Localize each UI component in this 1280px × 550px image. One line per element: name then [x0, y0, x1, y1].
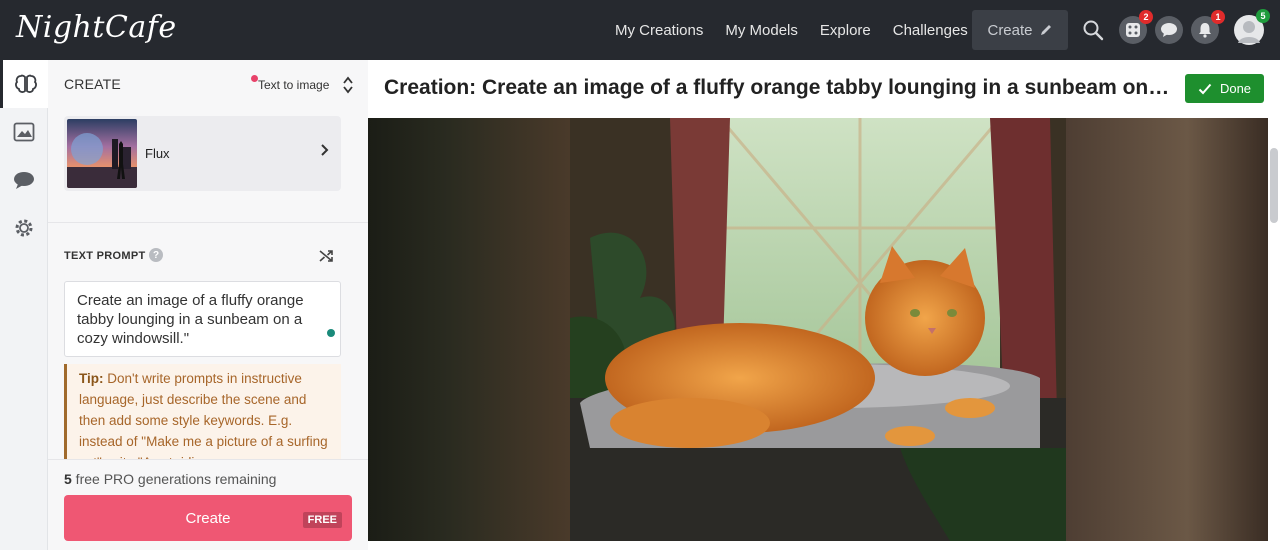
gallery-icon [13, 122, 35, 142]
grammar-dot [327, 329, 335, 337]
prompt-text: Create an image of a fluffy orange tabby… [77, 292, 304, 347]
mode-chevrons-icon[interactable] [343, 76, 353, 96]
model-selector[interactable]: Flux [64, 116, 341, 191]
blurred-backdrop-left [368, 118, 570, 541]
model-thumbnail [67, 119, 137, 188]
dice-button[interactable]: 2 [1119, 10, 1153, 44]
remaining-text: free PRO generations remaining [71, 471, 277, 487]
blurred-backdrop-right [1066, 118, 1268, 541]
create-button-label: Create [185, 509, 231, 527]
nav-create-label: Create [987, 21, 1033, 39]
check-icon [1198, 83, 1212, 94]
create-panel: CREATE Text to image Flux TEXT PROMPT ? … [48, 60, 368, 550]
mode-indicator-dot [251, 75, 258, 82]
main-scrollbar[interactable] [1270, 148, 1278, 223]
remaining-count: 5 [64, 471, 72, 487]
avatar-badge: 5 [1256, 9, 1270, 23]
notifications-badge: 1 [1211, 10, 1225, 24]
done-button[interactable]: Done [1185, 74, 1264, 103]
top-navbar: NightCafe My Creations My Models Explore… [0, 0, 1280, 60]
section-divider [48, 222, 368, 223]
creation-title: Creation: Create an image of a fluffy or… [384, 76, 1174, 99]
nightcafe-logo[interactable]: NightCafe [16, 10, 177, 45]
rail-settings[interactable] [0, 204, 48, 252]
nav-my-creations[interactable]: My Creations [615, 22, 703, 39]
text-prompt-label: TEXT PROMPT [64, 250, 146, 262]
avatar-button[interactable]: 5 [1234, 9, 1270, 45]
message-icon [14, 172, 34, 189]
left-rail [0, 60, 48, 550]
tip-label: Tip: [79, 371, 104, 386]
pencil-icon [1040, 25, 1051, 35]
help-icon[interactable]: ? [149, 248, 163, 262]
bell-icon [1199, 23, 1211, 38]
model-name: Flux [145, 146, 170, 161]
chevron-right-icon [320, 143, 330, 160]
rail-gallery[interactable] [0, 108, 48, 156]
done-label: Done [1219, 81, 1252, 96]
chat-button[interactable] [1155, 16, 1183, 44]
notifications-button[interactable]: 1 [1191, 10, 1225, 44]
nav-links: My Creations My Models Explore Challenge… [604, 0, 979, 60]
dice-badge: 2 [1139, 10, 1153, 24]
prompt-input[interactable]: Create an image of a fluffy orange tabby… [64, 281, 341, 357]
creation-image-stage [368, 118, 1268, 541]
create-button[interactable]: Create FREE [64, 495, 352, 541]
nav-my-models[interactable]: My Models [725, 22, 798, 39]
mode-select[interactable]: Text to image [258, 78, 329, 92]
brain-icon [14, 74, 37, 93]
dice-icon [1126, 23, 1140, 37]
chat-icon [1161, 23, 1177, 37]
search-icon [1083, 20, 1104, 41]
gear-icon [15, 219, 33, 237]
shuffle-icon [319, 250, 333, 262]
creation-image[interactable] [570, 118, 1066, 541]
search-button[interactable] [1079, 16, 1107, 44]
nav-explore[interactable]: Explore [820, 22, 871, 39]
panel-title: CREATE [64, 76, 121, 92]
rail-messages[interactable] [0, 156, 48, 204]
rail-create[interactable] [0, 60, 48, 108]
remaining-generations: 5 free PRO generations remaining [64, 471, 276, 487]
nav-create-button[interactable]: Create [972, 10, 1068, 50]
tip-text: Don't write prompts in instructive langu… [79, 371, 328, 470]
shuffle-button[interactable] [318, 248, 334, 269]
free-tag: FREE [302, 512, 342, 528]
panel-footer: 5 free PRO generations remaining Create … [48, 459, 368, 550]
chat-circle [1155, 16, 1183, 44]
nav-challenges[interactable]: Challenges [893, 22, 968, 39]
